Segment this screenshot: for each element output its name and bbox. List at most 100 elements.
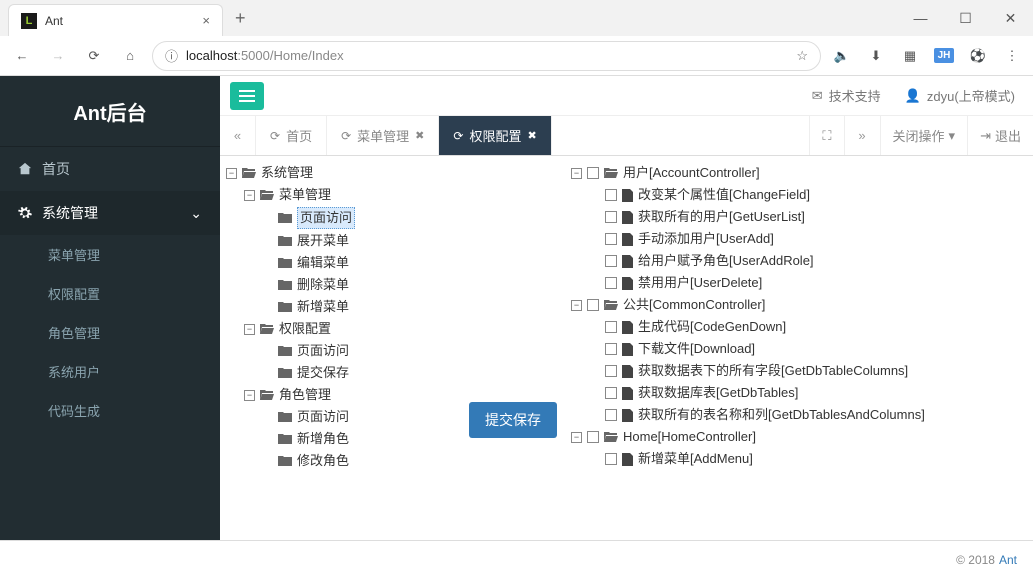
tree-row[interactable]: 获取数据库表[GetDbTables] — [571, 382, 1027, 404]
window-minimize[interactable]: — — [898, 3, 943, 33]
tree-row[interactable]: 生成代码[CodeGenDown] — [571, 316, 1027, 338]
checkbox[interactable] — [587, 299, 599, 311]
folder-icon — [278, 367, 292, 379]
checkbox[interactable] — [605, 343, 617, 355]
tree-row[interactable]: 禁用用户[UserDelete] — [571, 272, 1027, 294]
window-close[interactable]: ✕ — [988, 3, 1033, 33]
tree-row[interactable]: 删除菜单 — [226, 274, 459, 296]
checkbox[interactable] — [605, 211, 617, 223]
tree-row[interactable]: 展开菜单 — [226, 230, 459, 252]
tree-row[interactable]: −公共[CommonController] — [571, 294, 1027, 316]
user-icon: 👤 — [905, 88, 921, 104]
tree-toggle[interactable]: − — [571, 432, 582, 443]
tree-row[interactable]: 获取所有的表名称和列[GetDbTablesAndColumns] — [571, 404, 1027, 426]
nav-home[interactable]: ⌂ — [116, 42, 144, 70]
checkbox[interactable] — [605, 321, 617, 333]
tree-toggle[interactable]: − — [226, 168, 237, 179]
support-link[interactable]: ✉ 技术支持 — [812, 86, 881, 105]
menu-icon[interactable]: ⋮ — [999, 48, 1025, 64]
checkbox[interactable] — [587, 431, 599, 443]
download-icon[interactable]: ⬇ — [863, 48, 889, 64]
tabs-scroll-left[interactable]: « — [220, 116, 256, 155]
hamburger-icon — [239, 90, 255, 102]
tabs-scroll-right[interactable]: » — [844, 116, 880, 155]
tree-label: 权限配置 — [279, 319, 331, 339]
address-bar[interactable]: ⓘ localhost:5000/Home/Index ☆ — [152, 41, 821, 71]
tree-row[interactable]: −角色管理 — [226, 384, 459, 406]
close-ops-dropdown[interactable]: 关闭操作▾ — [880, 116, 968, 155]
sidebar-item-sysmgmt[interactable]: 系统管理 ⌄ — [0, 191, 220, 235]
tree-row[interactable]: − 系统管理 — [226, 162, 459, 184]
sidebar-sub-1[interactable]: 权限配置 — [0, 274, 220, 313]
nav-back[interactable]: ← — [8, 42, 36, 70]
file-icon — [622, 211, 633, 224]
tree-row[interactable]: 新增角色 — [226, 428, 459, 450]
soccer-icon[interactable]: ⚽ — [965, 48, 991, 64]
footer-link[interactable]: Ant — [999, 553, 1017, 567]
submit-button[interactable]: 提交保存 — [469, 402, 557, 438]
app-tab-0[interactable]: ⟳首页 — [256, 116, 327, 155]
tree-toggle[interactable]: − — [244, 190, 255, 201]
window-maximize[interactable]: ☐ — [943, 3, 988, 33]
tree-row[interactable]: 新增菜单[AddMenu] — [571, 448, 1027, 470]
nav-forward[interactable]: → — [44, 42, 72, 70]
browser-tab[interactable]: L Ant × — [8, 4, 223, 36]
tree-row[interactable]: 手动添加用户[UserAdd] — [571, 228, 1027, 250]
tree-row[interactable]: 获取所有的用户[GetUserList] — [571, 206, 1027, 228]
user-link[interactable]: 👤 zdyu(上帝模式) — [905, 86, 1015, 105]
checkbox[interactable] — [605, 233, 617, 245]
checkbox[interactable] — [587, 167, 599, 179]
checkbox[interactable] — [605, 277, 617, 289]
speaker-icon[interactable]: 🔈 — [829, 48, 855, 64]
checkbox[interactable] — [605, 365, 617, 377]
nav-reload[interactable]: ⟳ — [80, 42, 108, 70]
tree-label: 删除菜单 — [297, 275, 349, 295]
tree-row[interactable]: 给用户赋予角色[UserAddRole] — [571, 250, 1027, 272]
hamburger-button[interactable] — [230, 82, 264, 110]
tab-close-icon[interactable]: × — [202, 13, 210, 28]
tree-row[interactable]: 改变某个属性值[ChangeField] — [571, 184, 1027, 206]
tree-row[interactable]: − 权限配置 — [226, 318, 459, 340]
tree-toggle[interactable]: − — [571, 168, 582, 179]
qr-icon[interactable]: ▦ — [897, 48, 923, 64]
brand: Ant后台 — [0, 76, 220, 146]
checkbox[interactable] — [605, 409, 617, 421]
app-tab-label: 权限配置 — [469, 126, 521, 145]
tree-row[interactable]: 修改角色 — [226, 450, 459, 472]
tree-toggle[interactable]: − — [244, 390, 255, 401]
sidebar-sub-4[interactable]: 代码生成 — [0, 391, 220, 430]
tree-row[interactable]: 编辑菜单 — [226, 252, 459, 274]
tree-row[interactable]: 获取数据表下的所有字段[GetDbTableColumns] — [571, 360, 1027, 382]
tree-row[interactable]: 页面访问 — [226, 406, 459, 428]
tree-toggle[interactable]: − — [571, 300, 582, 311]
tree-label: 提交保存 — [297, 363, 349, 383]
checkbox[interactable] — [605, 255, 617, 267]
tree-label: 下载文件[Download] — [638, 339, 755, 359]
new-tab-button[interactable]: + — [235, 8, 246, 29]
logout-button[interactable]: ⇥退出 — [967, 116, 1033, 155]
star-icon[interactable]: ☆ — [796, 48, 808, 64]
sidebar-sub-0[interactable]: 菜单管理 — [0, 235, 220, 274]
sidebar-sub-3[interactable]: 系统用户 — [0, 352, 220, 391]
tree-row[interactable]: 新增菜单 — [226, 296, 459, 318]
tree-label: 系统管理 — [261, 163, 313, 183]
close-icon[interactable]: ✖ — [527, 129, 536, 142]
tree-row[interactable]: 提交保存 — [226, 362, 459, 384]
sidebar-sub-2[interactable]: 角色管理 — [0, 313, 220, 352]
close-icon[interactable]: ✖ — [415, 129, 424, 142]
tree-row[interactable]: −用户[AccountController] — [571, 162, 1027, 184]
tree-row[interactable]: 页面访问 — [226, 206, 459, 230]
tree-toggle[interactable]: − — [244, 324, 255, 335]
tree-row[interactable]: 下载文件[Download] — [571, 338, 1027, 360]
tree-row[interactable]: −Home[HomeController] — [571, 426, 1027, 448]
fullscreen-button[interactable]: ⛶ — [809, 116, 843, 155]
app-tab-1[interactable]: ⟳菜单管理✖ — [327, 116, 439, 155]
tree-row[interactable]: −菜单管理 — [226, 184, 459, 206]
app-tab-2[interactable]: ⟳权限配置✖ — [439, 116, 551, 155]
checkbox[interactable] — [605, 453, 617, 465]
sidebar-item-home[interactable]: 首页 — [0, 146, 220, 191]
tree-row[interactable]: 页面访问 — [226, 340, 459, 362]
avatar[interactable]: JH — [931, 48, 957, 63]
checkbox[interactable] — [605, 387, 617, 399]
checkbox[interactable] — [605, 189, 617, 201]
